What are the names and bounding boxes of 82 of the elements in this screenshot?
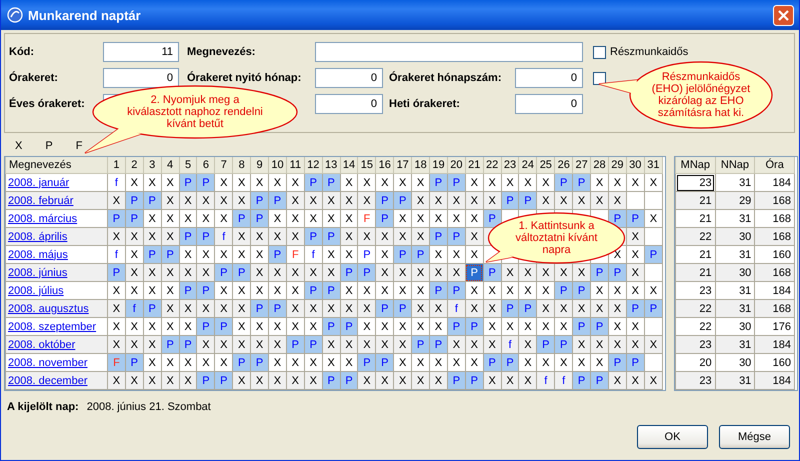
table-cell: 184 — [754, 336, 794, 354]
table-cell: 31 — [715, 336, 755, 354]
cancel-button[interactable]: Mégse — [719, 425, 790, 449]
column-header: 7 — [214, 157, 233, 174]
close-icon[interactable] — [773, 4, 794, 26]
weekly-frame-label: Heti órakeret: — [389, 98, 461, 110]
column-header: 15 — [358, 157, 376, 174]
table-cell: 29 — [715, 192, 755, 210]
table-cell: 23 — [676, 372, 716, 390]
column-header: 21 — [465, 157, 484, 174]
column-header: Óra — [754, 157, 794, 174]
annual-frame-label: Éves órakeret: — [9, 98, 86, 110]
key-letter: P — [45, 140, 53, 154]
table-cell: 21 — [676, 192, 716, 210]
column-header: 9 — [250, 157, 269, 174]
code-label: Kód: — [9, 46, 36, 58]
column-header: 19 — [430, 157, 448, 174]
column-header: 20 — [447, 157, 466, 174]
column-header: 5 — [179, 157, 197, 174]
name-field[interactable] — [315, 42, 583, 62]
column-header: 3 — [143, 157, 162, 174]
opening-month-field[interactable]: 0 — [315, 68, 383, 88]
column-header: 26 — [554, 157, 573, 174]
column-header: Megnevezés — [6, 157, 108, 174]
callout-tooltip: Részmunkaidős (EHO) jelölőnégyzet kizárólag az EHO számításra hat ki. — [597, 60, 775, 131]
weekly-frame-field[interactable]: 0 — [515, 94, 583, 114]
table-cell: 21 — [676, 264, 716, 282]
column-header: 29 — [608, 157, 626, 174]
column-header: 18 — [412, 157, 430, 174]
eho-checkbox[interactable] — [593, 72, 606, 84]
table-cell: 168 — [754, 228, 794, 246]
code-field[interactable]: 11 — [103, 42, 179, 62]
month-count-label: Órakeret hónapszám: — [389, 72, 502, 84]
column-header: 22 — [483, 157, 502, 174]
column-header: 17 — [394, 157, 412, 174]
table-cell: 168 — [754, 300, 794, 318]
column-header: 1 — [108, 157, 126, 174]
column-header: 8 — [232, 157, 251, 174]
column-header: 13 — [322, 157, 340, 174]
column-header: NNap — [715, 157, 755, 174]
column-header: 25 — [536, 157, 555, 174]
column-header: 11 — [286, 157, 304, 174]
column-header: 2 — [125, 157, 144, 174]
column-header: 14 — [340, 157, 358, 174]
opening-month-label: Órakeret nyitó hónap: — [187, 72, 302, 84]
app-icon — [7, 7, 23, 23]
hour-frame-label: Órakeret: — [9, 72, 59, 84]
key-letter: F — [76, 140, 82, 154]
table-cell: 22 — [676, 228, 716, 246]
ok-button[interactable]: OK — [637, 425, 708, 449]
month-count-field[interactable]: 0 — [515, 68, 583, 88]
column-header: 10 — [268, 157, 286, 174]
table-cell: 23 — [676, 336, 716, 354]
column-header: 24 — [518, 157, 537, 174]
selected-day-label: A kijelölt nap: — [7, 401, 79, 413]
table-cell: 184 — [754, 372, 794, 390]
column-header: 12 — [304, 157, 322, 174]
column-header: 4 — [161, 157, 180, 174]
column-header: 23 — [501, 157, 519, 174]
column-header: 27 — [572, 157, 591, 174]
column-header: MNap — [676, 157, 716, 174]
table-cell: 31 — [715, 372, 755, 390]
column-header: 16 — [376, 157, 394, 174]
table-cell: 168 — [754, 264, 794, 282]
column-header: 28 — [590, 157, 608, 174]
table-cell: 168 — [754, 192, 794, 210]
key-letter: X — [15, 140, 22, 154]
part-time-checkbox[interactable] — [593, 46, 606, 58]
table-cell: 23 — [676, 174, 716, 192]
column-header: 6 — [196, 157, 215, 174]
name-label: Megnevezés: — [187, 46, 256, 58]
hours-field[interactable]: 0 — [315, 94, 383, 114]
table-cell: 22 — [676, 300, 716, 318]
hour-frame-field[interactable]: 0 — [103, 68, 179, 88]
table-cell: 30 — [715, 228, 755, 246]
table-cell: 30 — [715, 264, 755, 282]
part-time-label: Részmunkaidős — [610, 46, 688, 58]
selected-day-value: 2008. június 21. Szombat — [86, 401, 211, 413]
column-header: 30 — [626, 157, 644, 174]
column-header: 31 — [644, 157, 662, 174]
table-cell: 31 — [715, 300, 755, 318]
window-title: Munkarend naptár — [28, 8, 142, 22]
